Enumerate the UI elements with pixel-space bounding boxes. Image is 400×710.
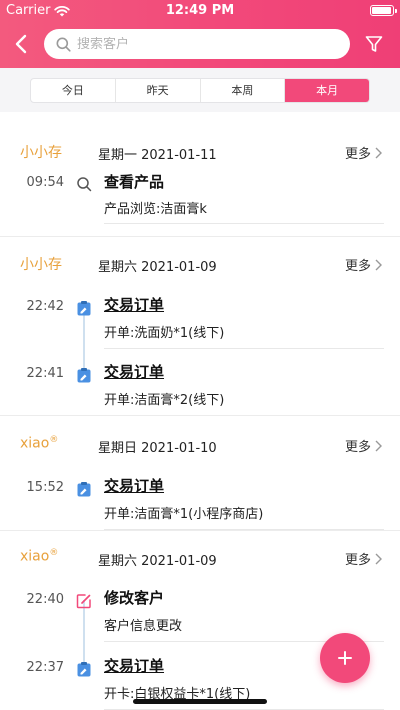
group-divider (0, 415, 400, 416)
entry-time: 15:52 (26, 480, 64, 495)
clipboard-icon (77, 368, 91, 383)
group-date: 星期一 2021-01-11 (98, 148, 217, 163)
entry-title: 修改客户 (104, 589, 165, 607)
entry-title[interactable]: 交易订单 (104, 655, 164, 676)
chevron-right-icon (375, 553, 382, 564)
home-indicator (133, 699, 267, 704)
group-divider (0, 530, 400, 531)
date-range-segments: 今日 昨天 本周 本月 (30, 78, 370, 103)
tab-this-month[interactable]: 本月 (285, 79, 369, 102)
clipboard-icon (77, 301, 91, 316)
entry-description: 开单:洁面膏*2(线下) (104, 393, 225, 408)
filter-button[interactable] (362, 32, 386, 56)
tab-yesterday[interactable]: 昨天 (116, 79, 201, 102)
entry-time: 09:54 (26, 175, 64, 190)
chevron-left-icon (15, 34, 27, 54)
header: Carrier 12:49 PM (0, 0, 400, 68)
customer-name[interactable]: 小小存 (20, 142, 62, 162)
more-button[interactable]: 更多 (345, 436, 382, 455)
filter-icon (365, 36, 383, 52)
customer-name[interactable]: xiao® (20, 548, 58, 565)
search-input[interactable] (77, 36, 337, 52)
edit-icon (76, 594, 91, 609)
more-label: 更多 (344, 553, 371, 568)
group-date: 星期日 2021-01-10 (98, 441, 217, 456)
app-root: Carrier 12:49 PM 搜索客户 今日 昨天 本周 本月 小小存 星期… (0, 0, 400, 710)
divider (104, 223, 384, 224)
customer-name[interactable]: xiao® (20, 435, 58, 452)
plus-icon (338, 651, 352, 665)
entry-description: 开单:洗面奶*1(线下) (104, 326, 225, 341)
search-box[interactable] (44, 29, 350, 59)
add-button[interactable] (320, 633, 370, 683)
entry-time: 22:41 (26, 366, 64, 381)
back-button[interactable] (8, 31, 34, 57)
more-label: 更多 (344, 147, 371, 162)
status-bar: Carrier 12:49 PM (0, 0, 400, 22)
group-divider (0, 236, 400, 237)
entry-title[interactable]: 交易订单 (104, 294, 164, 315)
group-date: 星期六 2021-01-09 (98, 554, 217, 569)
search-icon (56, 37, 71, 52)
more-button[interactable]: 更多 (345, 255, 382, 274)
entry-description: 开单:洁面膏*1(小程序商店) (104, 507, 264, 522)
group-date: 星期六 2021-01-09 (98, 260, 217, 275)
nav-row (0, 27, 400, 61)
more-button[interactable]: 更多 (345, 143, 382, 162)
activity-list: 小小存 星期一 2021-01-11 更多 09:54 查看产品 产品浏览:洁面… (0, 112, 400, 710)
battery-icon (370, 5, 397, 16)
entry-description: 客户信息更改 (104, 619, 183, 634)
search-icon (77, 177, 92, 192)
status-time: 12:49 PM (165, 3, 235, 18)
divider (104, 348, 384, 349)
entry-title: 查看产品 (104, 173, 165, 191)
timeline-connector (83, 600, 85, 668)
chevron-right-icon (375, 440, 382, 451)
chevron-right-icon (375, 147, 382, 158)
entry-time: 22:42 (26, 299, 64, 314)
more-label: 更多 (344, 259, 371, 274)
entry-time: 22:40 (26, 592, 64, 607)
entry-description: 产品浏览:洁面膏k (104, 202, 207, 217)
more-button[interactable]: 更多 (345, 549, 382, 568)
more-label: 更多 (344, 440, 371, 455)
tab-this-week[interactable]: 本周 (201, 79, 286, 102)
entry-title[interactable]: 交易订单 (104, 361, 164, 382)
chevron-right-icon (375, 259, 382, 270)
entry-title[interactable]: 交易订单 (104, 475, 164, 496)
clipboard-icon (77, 482, 91, 497)
tab-today[interactable]: 今日 (31, 79, 116, 102)
clipboard-icon (77, 662, 91, 677)
entry-time: 22:37 (26, 660, 64, 675)
tabs-bar: 今日 昨天 本周 本月 (0, 68, 400, 112)
customer-name[interactable]: 小小存 (20, 254, 62, 274)
